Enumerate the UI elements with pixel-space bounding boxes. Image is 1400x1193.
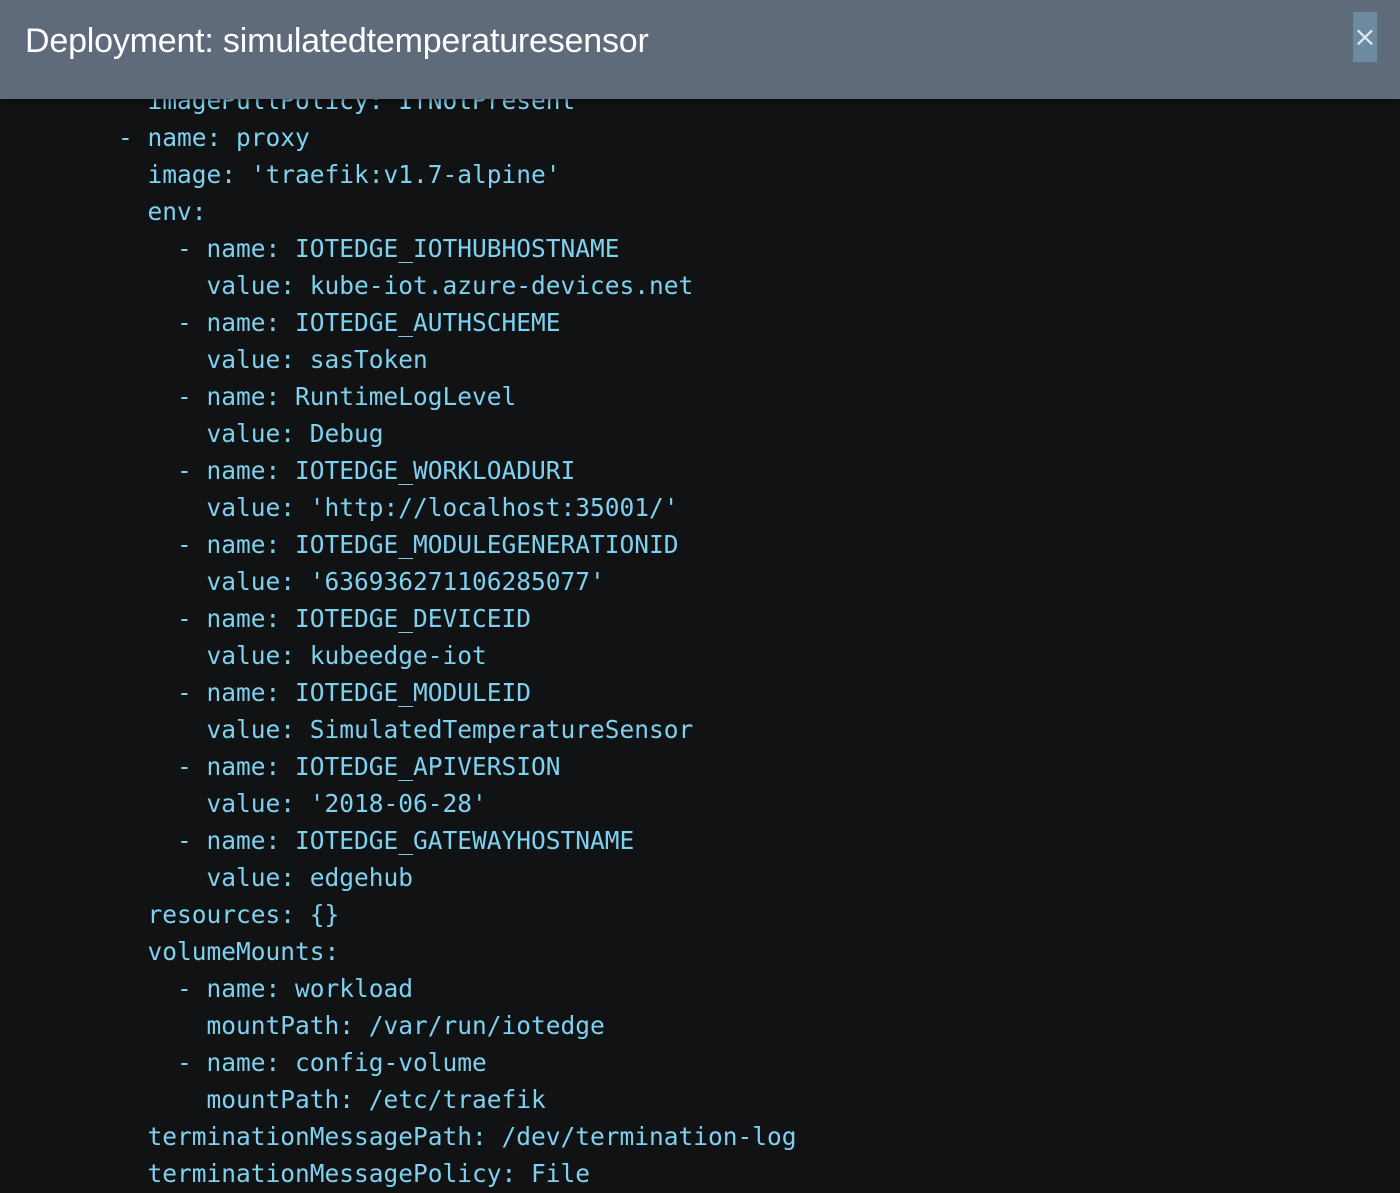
code-line: - name: IOTEDGE_APIVERSION — [0, 752, 561, 781]
code-line: value: '2018-06-28' — [0, 789, 487, 818]
close-icon: × — [1353, 20, 1377, 53]
code-line: - name: IOTEDGE_IOTHUBHOSTNAME — [0, 234, 620, 263]
code-line: value: edgehub — [0, 863, 414, 892]
code-line: image: 'traefik:v1.7-alpine' — [0, 160, 561, 189]
code-line: value: SimulatedTemperatureSensor — [0, 715, 694, 744]
dialog-header: Deployment: simulatedtemperaturesensor × — [0, 0, 1400, 99]
code-line: value: Debug — [0, 419, 384, 448]
close-button[interactable]: × — [1353, 12, 1377, 62]
code-line: value: 'http://localhost:35001/' — [0, 493, 679, 522]
yaml-code-view[interactable]: imagePullPolicy: IfNotPresent - name: pr… — [0, 82, 1400, 1193]
code-line: - name: IOTEDGE_AUTHSCHEME — [0, 308, 561, 337]
code-line: - name: IOTEDGE_DEVICEID — [0, 604, 532, 633]
code-line: value: kubeedge-iot — [0, 641, 487, 670]
code-line: value: sasToken — [0, 345, 428, 374]
code-line: - name: IOTEDGE_MODULEGENERATIONID — [0, 530, 679, 559]
code-line: - name: config-volume — [0, 1048, 487, 1077]
code-line: resources: {} — [0, 900, 340, 929]
code-line: mountPath: /etc/traefik — [0, 1085, 546, 1114]
code-line: - name: RuntimeLogLevel — [0, 382, 517, 411]
code-line: - name: workload — [0, 974, 414, 1003]
code-line: - name: IOTEDGE_GATEWAYHOSTNAME — [0, 826, 635, 855]
code-line: - name: IOTEDGE_WORKLOADURI — [0, 456, 576, 485]
code-line: terminationMessagePolicy: File — [0, 1159, 591, 1188]
code-line: volumeMounts: — [0, 937, 340, 966]
code-line: - name: proxy — [0, 123, 310, 152]
code-line: value: kube-iot.azure-devices.net — [0, 271, 694, 300]
code-line: value: '636936271106285077' — [0, 567, 605, 596]
dialog-title: Deployment: simulatedtemperaturesensor — [25, 22, 649, 60]
code-line: env: — [0, 197, 207, 226]
code-line: mountPath: /var/run/iotedge — [0, 1011, 605, 1040]
code-line: terminationMessagePath: /dev/termination… — [0, 1122, 797, 1151]
code-line: - name: IOTEDGE_MODULEID — [0, 678, 532, 707]
